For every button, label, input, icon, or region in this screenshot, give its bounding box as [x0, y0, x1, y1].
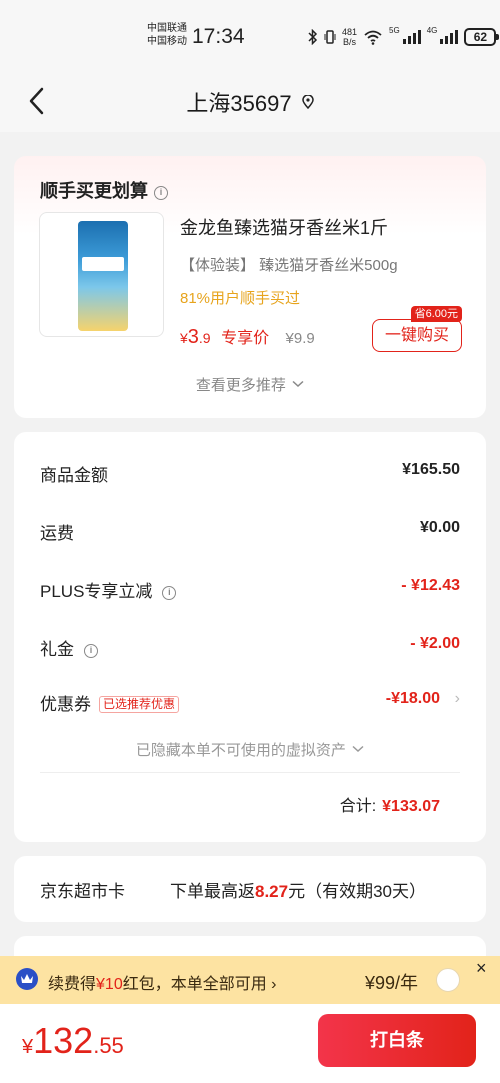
bag-label	[82, 257, 124, 271]
hidden-assets-text: 已隐藏本单不可使用的虚拟资产	[135, 742, 346, 759]
renew-text[interactable]: 续费得¥10红包，本单全部可用 ›	[48, 970, 277, 994]
one-click-buy-button[interactable]: 一键购买	[372, 319, 462, 352]
renew-radio[interactable]	[436, 968, 460, 992]
wifi-icon	[364, 30, 382, 45]
total-label: 合计:	[339, 798, 377, 815]
address-title[interactable]: 上海35697	[0, 86, 500, 118]
info-icon[interactable]: i	[154, 186, 168, 200]
currency-symbol: ¥	[180, 330, 188, 346]
renew-text-amount: ¥10	[96, 976, 123, 993]
bottom-pay-bar: ¥132.55 打白条	[0, 1004, 500, 1083]
signal-icon	[402, 30, 421, 44]
coupon-label: 优惠券 已选推荐优惠	[40, 690, 180, 715]
recommend-title: 顺手买更划算 i	[40, 177, 168, 203]
info-icon[interactable]: i	[84, 644, 98, 658]
summary-row-gift: 礼金 i - ¥2.00	[40, 635, 460, 659]
recommend-card: 顺手买更划算 i 金龙鱼臻选猫牙香丝米1斤 【体验装】 臻选猫牙香丝米500g 8…	[14, 156, 486, 418]
shipping-value: ¥0.00	[419, 519, 460, 536]
product-bought-by: 81%用户顺手买过	[180, 290, 301, 307]
bluetooth-icon	[308, 29, 318, 45]
clock: 17:34	[192, 25, 245, 48]
carrier-1: 中国联通	[147, 23, 187, 34]
supermarket-card-desc: 下单最高返8.27元（有效期30天）	[170, 877, 426, 902]
status-bar: 中国联通 中国移动 17:34 481 B/s 5G 4G 62	[0, 0, 500, 70]
renew-text-prefix: 续费得	[48, 976, 97, 993]
signal-icon-2	[440, 30, 459, 44]
summary-row-plus: PLUS专享立减 i - ¥12.43	[40, 577, 460, 601]
battery-icon: 62	[464, 28, 500, 46]
signal2-label: 4G	[426, 26, 438, 35]
exclusive-price-label: 专享价	[221, 330, 270, 347]
coupon-tag: 已选推荐优惠	[99, 696, 180, 713]
summary-row-shipping: 运费 ¥0.00	[40, 519, 460, 543]
gift-money-label-text: 礼金	[40, 640, 74, 659]
one-click-buy[interactable]: 一键购买 省6.00元	[372, 306, 462, 352]
summary-row-coupon[interactable]: 优惠券 已选推荐优惠 -¥18.00 ›	[40, 690, 460, 714]
plus-discount-label-text: PLUS专享立减	[40, 582, 153, 601]
summary-row-goods: 商品金额 ¥165.50	[40, 461, 460, 485]
coupon-label-text: 优惠券	[40, 695, 91, 714]
carrier-info: 中国联通 中国移动	[147, 22, 187, 48]
more-recommend-link[interactable]: 查看更多推荐	[14, 374, 486, 395]
pin-icon	[301, 95, 314, 109]
original-price: ¥9.9	[285, 330, 315, 347]
vibrate-icon	[324, 30, 336, 44]
recommend-title-text: 顺手买更划算	[40, 181, 148, 201]
supermarket-desc-suffix: 元（有效期30天）	[288, 882, 427, 901]
supermarket-card-name: 京东超市卡	[40, 882, 125, 901]
order-total: 合计: ¥133.07	[340, 792, 440, 816]
close-icon[interactable]: ×	[476, 958, 487, 979]
net-speed: 481 B/s	[342, 27, 357, 47]
gift-money-label: 礼金 i	[40, 635, 98, 660]
coupon-value: -¥18.00	[385, 690, 440, 707]
divider	[40, 772, 460, 773]
price-int: 3	[187, 326, 199, 348]
status-icons: 481 B/s 5G 4G 62	[308, 26, 500, 48]
hidden-assets-toggle[interactable]: 已隐藏本单不可使用的虚拟资产	[14, 739, 486, 760]
renew-price: ¥99/年	[365, 973, 419, 993]
order-summary-card: 商品金额 ¥165.50 运费 ¥0.00 PLUS专享立减 i - ¥12.43…	[14, 432, 486, 842]
product-spec: 【体验装】 臻选猫牙香丝米500g	[180, 257, 398, 274]
plus-discount-label: PLUS专享立减 i	[40, 577, 177, 602]
pay-currency: ¥	[22, 1036, 34, 1058]
chevron-down-icon	[352, 745, 364, 753]
product-name[interactable]: 金龙鱼臻选猫牙香丝米1斤	[180, 214, 388, 240]
chevron-down-icon	[292, 380, 304, 388]
goods-amount-value: ¥165.50	[402, 461, 460, 478]
info-icon[interactable]: i	[162, 586, 177, 600]
signal1-label: 5G	[389, 26, 400, 35]
net-speed-unit: B/s	[343, 37, 357, 47]
price-dec: .9	[198, 330, 211, 346]
more-recommend-text: 查看更多推荐	[195, 377, 286, 394]
product-image[interactable]	[39, 212, 164, 337]
pay-amount: ¥132.55	[22, 1020, 124, 1062]
pay-button[interactable]: 打白条	[318, 1014, 476, 1067]
shipping-label: 运费	[40, 524, 74, 543]
pay-amount-int: 132	[33, 1020, 94, 1061]
chevron-right-icon: ›	[454, 690, 460, 707]
total-value: ¥133.07	[382, 798, 440, 815]
nav-bar: 上海35697	[0, 70, 500, 132]
carrier-2: 中国移动	[147, 36, 187, 47]
page-title: 上海35697	[186, 91, 292, 116]
pay-amount-dec: .55	[93, 1033, 124, 1058]
goods-amount-label: 商品金额	[40, 466, 108, 485]
net-speed-value: 481	[342, 27, 358, 37]
plus-renew-bar[interactable]: 续费得¥10红包，本单全部可用 › ¥99/年 ×	[0, 956, 500, 1004]
supermarket-desc-amount: 8.27	[255, 882, 289, 901]
plus-discount-value: - ¥12.43	[401, 577, 460, 594]
supermarket-card-row[interactable]: 京东超市卡 下单最高返8.27元（有效期30天）	[14, 856, 486, 922]
crown-icon	[16, 968, 38, 990]
renew-text-suffix: 红包，本单全部可用 ›	[122, 976, 277, 993]
gift-money-value: - ¥2.00	[410, 635, 460, 652]
rice-bag-image	[78, 221, 128, 331]
save-tag: 省6.00元	[410, 306, 462, 322]
product-price: ¥3.9 专享价 ¥9.9	[180, 324, 315, 349]
supermarket-desc-prefix: 下单最高返	[170, 882, 255, 901]
